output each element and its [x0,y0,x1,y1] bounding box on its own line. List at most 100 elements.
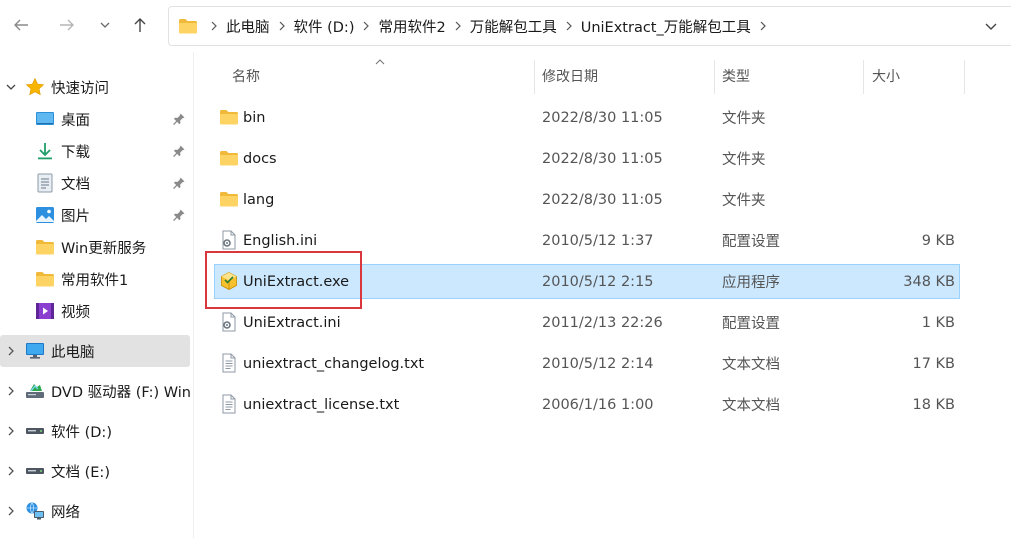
file-row-docs[interactable]: docs 2022/8/30 11:05 文件夹 [214,141,960,176]
chevron-down-icon[interactable] [4,80,18,94]
breadcrumb-item-unpack-tools[interactable]: 万能解包工具 [468,16,559,37]
address-bar[interactable]: 此电脑 软件 (D:) 常用软件2 万能解包工具 UniExtract_万能解包… [168,6,1011,46]
drive-icon [25,421,45,441]
file-name: docs [243,150,277,167]
config-file-icon [222,230,236,250]
sidebar-item-label: 下载 [61,144,90,161]
breadcrumb-item-drive-d[interactable]: 软件 (D:) [292,16,357,37]
file-type: 应用程序 [722,275,780,291]
file-row-license-txt[interactable]: uniextract_license.txt 2006/1/16 1:00 文本… [214,387,960,422]
file-type: 文件夹 [722,111,766,127]
sidebar-item-dvd-drive-f[interactable]: DVD 驱动器 (F:) Win [0,375,191,407]
file-row-bin[interactable]: bin 2022/8/30 11:05 文件夹 [214,100,960,135]
file-size: 18 KB [912,396,955,413]
sidebar-item-drive-e[interactable]: 文档 (E:) [0,455,190,487]
file-name: bin [243,109,266,126]
column-header-name[interactable]: 名称 [232,60,260,92]
file-name: UniExtract.ini [243,314,341,331]
chevron-right-icon[interactable] [4,464,18,478]
chevron-right-icon[interactable] [272,16,292,36]
breadcrumb-item-this-pc[interactable]: 此电脑 [224,16,272,37]
pin-icon[interactable] [172,176,186,190]
sidebar-item-pictures[interactable]: 图片 [0,199,190,231]
chevron-right-icon[interactable] [4,424,18,438]
file-name: lang [243,191,275,208]
chevron-right-icon[interactable] [448,16,468,36]
file-size: 348 KB [903,273,955,290]
pane-divider[interactable] [193,52,194,538]
sidebar-item-win-update-service[interactable]: Win更新服务 [0,231,190,263]
desktop-icon [35,109,55,129]
sidebar-item-label: 图片 [61,208,90,225]
sidebar-item-drive-d[interactable]: 软件 (D:) [0,415,190,447]
file-modified: 2022/8/30 11:05 [542,109,663,126]
sidebar-item-label: 视频 [61,304,90,321]
arrow-right-icon [60,19,74,31]
sidebar-item-common-software-1[interactable]: 常用软件1 [0,263,190,295]
recent-locations-button[interactable] [92,12,118,38]
file-size: 17 KB [912,355,955,372]
column-resize-handle[interactable] [714,60,715,94]
pin-icon[interactable] [172,144,186,158]
sidebar-item-documents[interactable]: 文档 [0,167,190,199]
sidebar-item-label: 网络 [51,504,80,521]
folder-icon [220,110,238,125]
forward-button[interactable] [54,12,80,38]
annotation-highlight-box [205,251,362,309]
sidebar-item-desktop[interactable]: 桌面 [0,103,190,135]
sidebar-item-label: Win更新服务 [61,240,147,257]
file-name: uniextract_license.txt [243,396,400,413]
file-row-uniextract-ini[interactable]: UniExtract.ini 2011/2/13 22:26 配置设置 1 KB [214,305,960,340]
video-icon [35,301,55,321]
address-history-dropdown[interactable] [983,18,999,38]
sidebar-item-label: 快速访问 [51,80,109,97]
chevron-right-icon[interactable] [753,16,773,36]
column-resize-handle[interactable] [964,60,965,94]
sidebar-item-videos[interactable]: 视频 [0,295,190,327]
sidebar-item-label: 文档 [61,176,90,193]
arrow-up-icon [134,18,146,32]
pin-icon[interactable] [172,208,186,222]
breadcrumb-item-common-software-2[interactable]: 常用软件2 [376,16,447,37]
sidebar-item-downloads[interactable]: 下载 [0,135,190,167]
file-modified: 2011/2/13 22:26 [542,314,663,331]
up-button[interactable] [127,12,153,38]
navigation-bar: 此电脑 软件 (D:) 常用软件2 万能解包工具 UniExtract_万能解包… [0,0,1011,52]
column-header-type[interactable]: 类型 [722,60,750,92]
file-row-changelog-txt[interactable]: uniextract_changelog.txt 2010/5/12 2:14 … [214,346,960,381]
sidebar-item-network[interactable]: 网络 [0,495,190,527]
file-type: 文本文档 [722,398,780,414]
sidebar-item-this-pc[interactable]: 此电脑 [0,335,190,367]
chevron-right-icon[interactable] [4,384,18,398]
column-header-modified[interactable]: 修改日期 [542,60,598,92]
chevron-right-icon[interactable] [204,16,224,36]
column-header-size[interactable]: 大小 [872,60,900,92]
column-resize-handle[interactable] [863,60,864,94]
dvd-drive-icon [25,381,45,401]
folder-icon [220,192,238,207]
folder-icon [35,269,55,289]
chevron-right-icon[interactable] [4,504,18,518]
file-type: 文本文档 [722,357,780,373]
network-icon [25,501,45,521]
text-file-icon [222,353,236,373]
drive-icon [25,461,45,481]
chevron-right-icon[interactable] [4,344,18,358]
column-headers: 名称 修改日期 类型 大小 [214,59,1011,94]
sort-ascending-icon [375,59,385,65]
folder-icon [35,237,55,257]
config-file-icon [222,312,236,332]
back-button[interactable] [8,12,34,38]
pin-icon[interactable] [172,112,186,126]
file-size: 1 KB [921,314,955,331]
file-modified: 2022/8/30 11:05 [542,150,663,167]
file-modified: 2006/1/16 1:00 [542,396,654,413]
sidebar-item-quick-access[interactable]: 快速访问 [0,71,190,103]
chevron-right-icon[interactable] [559,16,579,36]
breadcrumb-item-uniextract[interactable]: UniExtract_万能解包工具 [579,16,753,37]
file-modified: 2022/8/30 11:05 [542,191,663,208]
file-row-lang[interactable]: lang 2022/8/30 11:05 文件夹 [214,182,960,217]
column-resize-handle[interactable] [534,60,535,94]
folder-icon [220,151,238,166]
chevron-right-icon[interactable] [356,16,376,36]
